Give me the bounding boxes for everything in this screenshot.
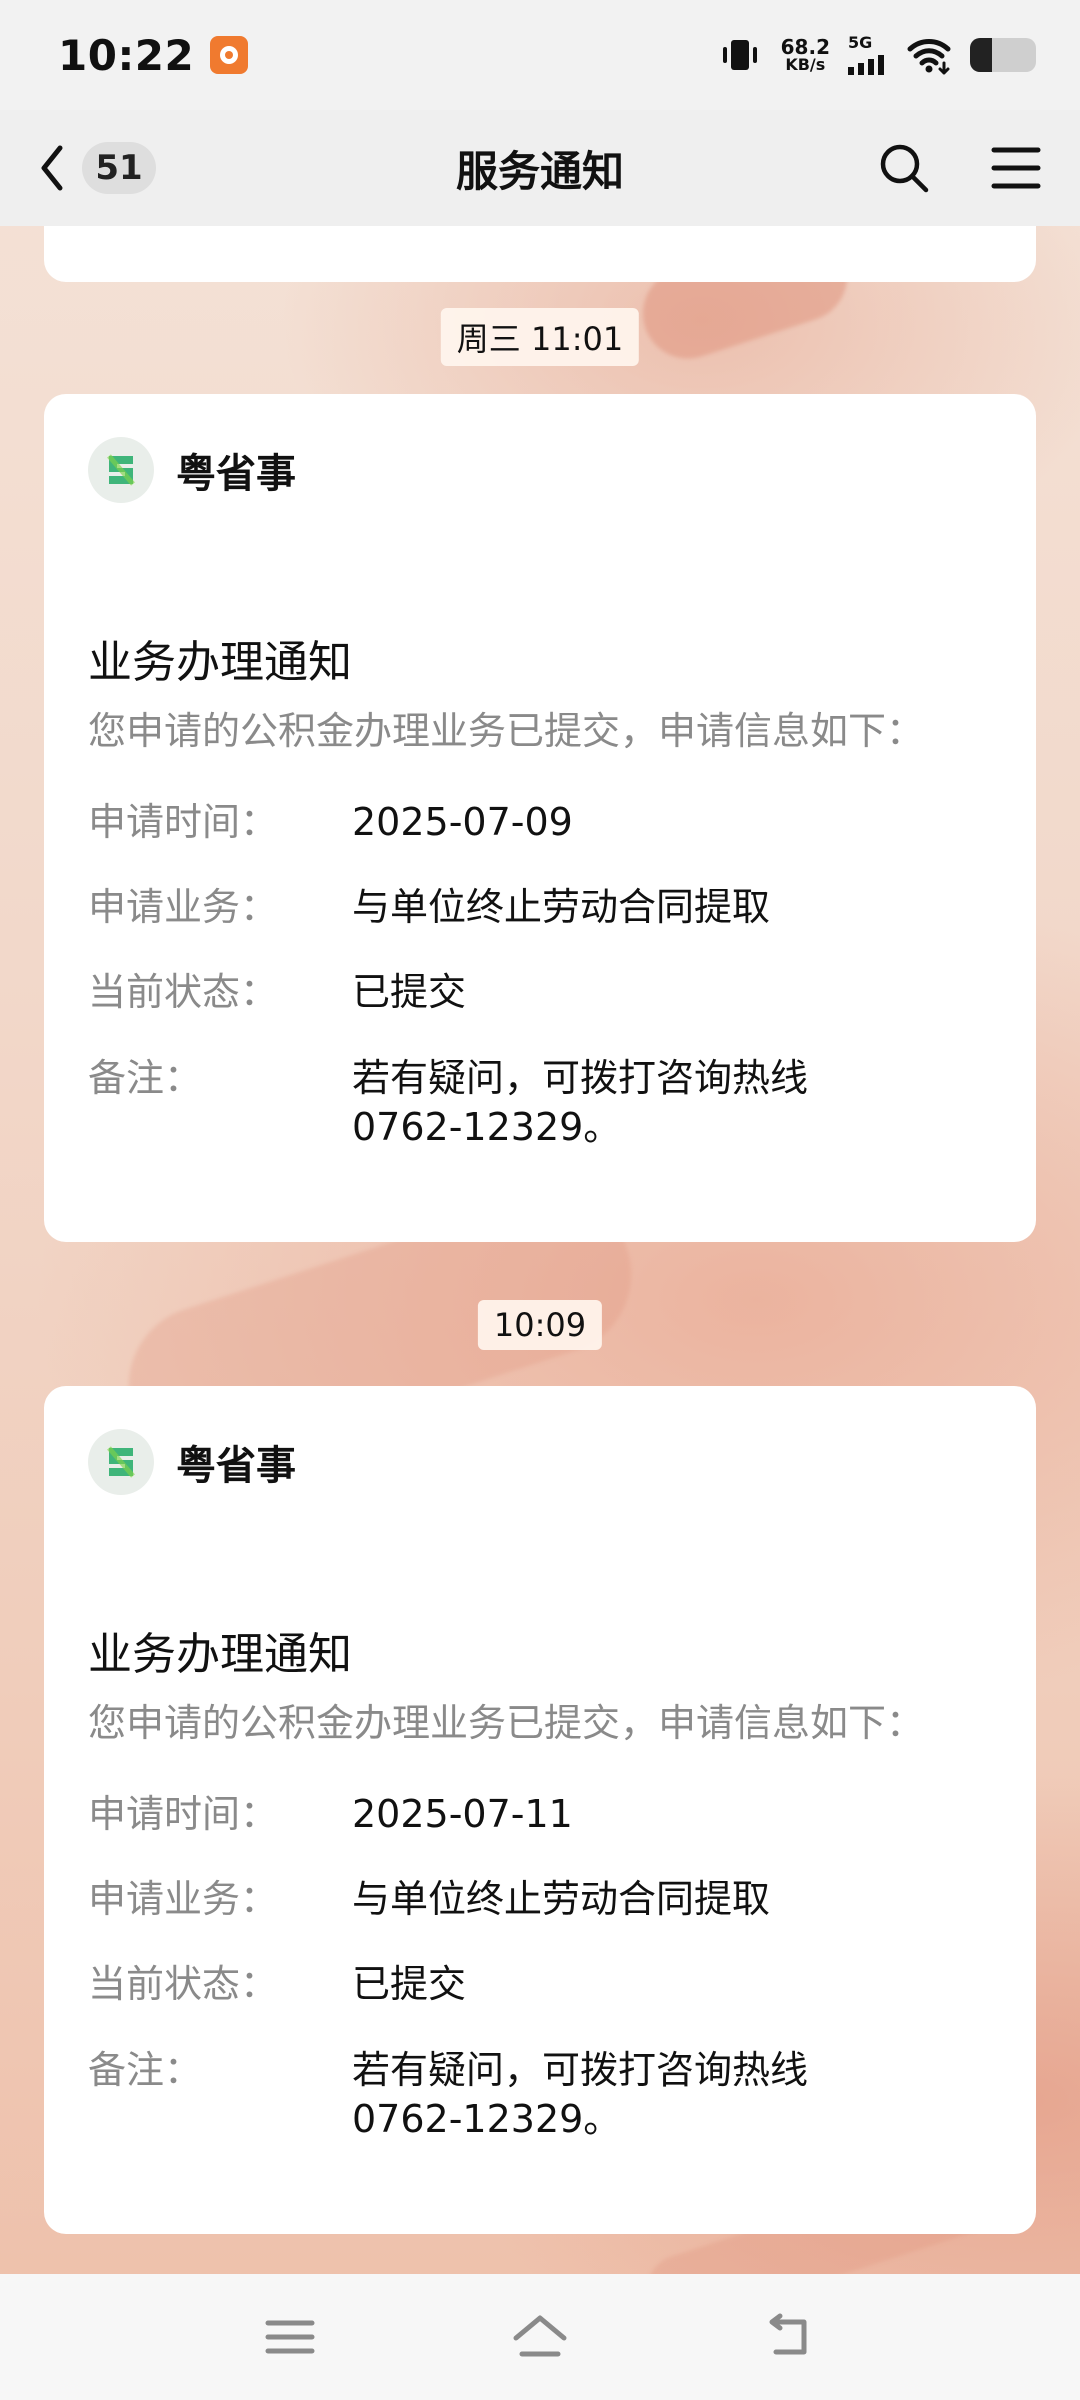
cellular-signal: 5G xyxy=(848,35,888,75)
notification-app-icon xyxy=(210,36,249,74)
vibrate-icon xyxy=(717,37,763,73)
search-icon[interactable] xyxy=(876,140,932,196)
wifi-icon xyxy=(906,35,952,75)
detail-row-notes: 备注： 若有疑问，可拨打咨询热线 0762-12329。 xyxy=(88,1054,992,1153)
detail-label: 申请时间： xyxy=(88,1791,279,1836)
back-return-icon xyxy=(760,2310,820,2364)
service-notification-card[interactable]: 粤省事 业务办理通知 您申请的公积金办理业务已提交，申请信息如下： 申请时间： … xyxy=(44,394,1036,1242)
detail-value: 2025-07-11 xyxy=(352,1791,573,1836)
signal-bars-icon xyxy=(848,53,888,75)
sender-name: 粤省事 xyxy=(176,451,296,497)
battery-level-fill xyxy=(970,38,993,72)
sender-logo-icon xyxy=(88,1429,154,1495)
recent-apps-button[interactable] xyxy=(250,2297,330,2377)
detail-row-current-status: 当前状态： 已提交 xyxy=(88,1960,992,2009)
sender-name: 粤省事 xyxy=(176,1443,296,1489)
detail-label: 备注： xyxy=(88,2047,203,2092)
application-details: 申请时间： 2025-07-09 申请业务： 与单位终止劳动合同提取 当前状态：… xyxy=(88,798,992,1153)
detail-row-apply-time: 申请时间： 2025-07-11 xyxy=(88,1790,992,1839)
status-time: 10:22 xyxy=(58,30,195,80)
system-navigation-bar xyxy=(0,2274,1080,2400)
detail-label: 当前状态： xyxy=(88,970,279,1015)
network-speed-unit: KB/s xyxy=(785,55,826,74)
service-notification-card[interactable]: 粤省事 业务办理通知 您申请的公积金办理业务已提交，申请信息如下： 申请时间： … xyxy=(44,1386,1036,2234)
detail-label: 备注： xyxy=(88,1055,203,1100)
status-icons: 68.2 KB/s 5G xyxy=(717,35,1036,75)
detail-value: 已提交 xyxy=(352,1962,467,2007)
back-button[interactable]: 51 xyxy=(30,140,156,196)
status-bar: 10:22 68.2 KB/s 5G xyxy=(0,0,1080,110)
sender-row: 粤省事 xyxy=(88,1426,992,1498)
battery-icon xyxy=(970,38,1036,72)
detail-row-apply-business: 申请业务： 与单位终止劳动合同提取 xyxy=(88,1875,992,1924)
notice-title: 业务办理通知 xyxy=(88,1629,352,1680)
chevron-left-icon xyxy=(30,140,74,196)
detail-row-current-status: 当前状态： 已提交 xyxy=(88,968,992,1017)
detail-label: 申请业务： xyxy=(88,1876,279,1921)
home-button[interactable] xyxy=(500,2297,580,2377)
detail-row-apply-time: 申请时间： 2025-07-09 xyxy=(88,798,992,847)
notice-description: 您申请的公积金办理业务已提交，申请信息如下： xyxy=(88,1701,925,1745)
notice-title: 业务办理通知 xyxy=(88,637,352,688)
detail-value: 若有疑问，可拨打咨询热线 0762-12329。 xyxy=(352,1055,809,1150)
nav-menu-icon xyxy=(262,2315,318,2359)
chat-header: 51 服务通知 xyxy=(0,110,1080,226)
notice-description: 您申请的公积金办理业务已提交，申请信息如下： xyxy=(88,709,925,753)
detail-row-notes: 备注： 若有疑问，可拨打咨询热线 0762-12329。 xyxy=(88,2046,992,2145)
chat-message-list[interactable]: 周三 11:01 粤省事 业务办理通知 您申请的公积金办理业务已提交，申请信息如… xyxy=(0,226,1080,2274)
unread-count-badge: 51 xyxy=(82,142,156,194)
network-speed: 68.2 KB/s xyxy=(781,37,830,73)
detail-value: 与单位终止劳动合同提取 xyxy=(352,884,771,929)
network-speed-value: 68.2 xyxy=(780,35,830,59)
application-details: 申请时间： 2025-07-11 申请业务： 与单位终止劳动合同提取 当前状态：… xyxy=(88,1790,992,2145)
detail-value: 与单位终止劳动合同提取 xyxy=(352,1876,771,1921)
home-icon xyxy=(508,2310,572,2364)
detail-label: 当前状态： xyxy=(88,1962,279,2007)
network-type: 5G xyxy=(848,33,873,52)
detail-value: 已提交 xyxy=(352,970,467,1015)
previous-message-card[interactable] xyxy=(44,226,1036,282)
detail-label: 申请时间： xyxy=(88,799,279,844)
sender-logo-icon xyxy=(88,437,154,503)
detail-row-apply-business: 申请业务： 与单位终止劳动合同提取 xyxy=(88,883,992,932)
back-navigation-button[interactable] xyxy=(750,2297,830,2377)
message-time-chip: 周三 11:01 xyxy=(440,308,640,366)
detail-value: 若有疑问，可拨打咨询热线 0762-12329。 xyxy=(352,2047,809,2142)
detail-value: 2025-07-09 xyxy=(352,799,573,844)
sender-row: 粤省事 xyxy=(88,434,992,506)
menu-icon[interactable] xyxy=(990,144,1042,192)
header-actions xyxy=(876,140,1042,196)
message-time-chip: 10:09 xyxy=(477,1300,603,1350)
detail-label: 申请业务： xyxy=(88,884,279,929)
